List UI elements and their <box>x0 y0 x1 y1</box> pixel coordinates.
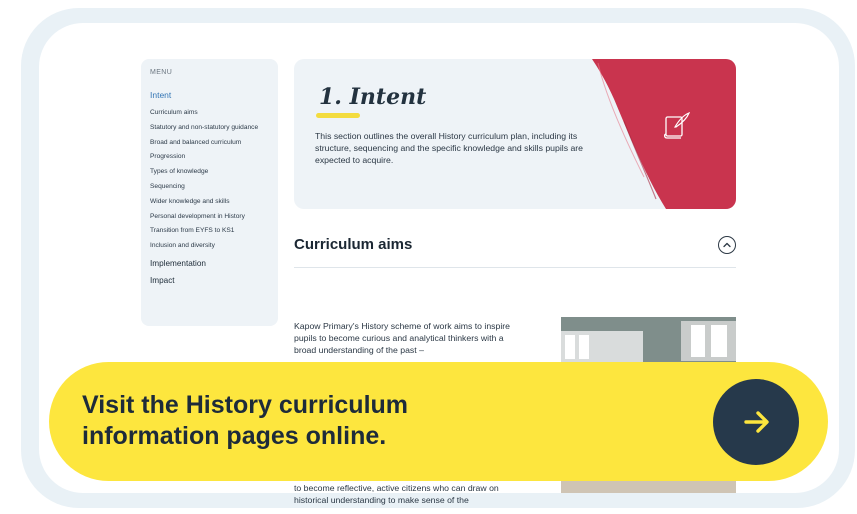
cta-arrow-button[interactable] <box>713 379 799 465</box>
collapse-toggle-button[interactable] <box>718 236 736 254</box>
sidebar-submenu: Curriculum aims Statutory and non-statut… <box>150 109 269 251</box>
title-highlight <box>316 113 360 118</box>
scroll-quill-icon <box>663 111 691 139</box>
hero-description: This section outlines the overall Histor… <box>315 131 584 166</box>
sidebar-item-sequencing[interactable]: Sequencing <box>150 183 269 192</box>
sidebar-item-impact[interactable]: Impact <box>150 276 269 285</box>
sidebar-item-progression[interactable]: Progression <box>150 153 269 162</box>
section-divider <box>294 267 736 268</box>
sidebar-item-wider-knowledge[interactable]: Wider knowledge and skills <box>150 198 269 207</box>
sidebar-item-broad-balanced[interactable]: Broad and balanced curriculum <box>150 139 269 148</box>
sidebar-menu: MENU Intent Curriculum aims Statutory an… <box>141 59 278 326</box>
sidebar-item-inclusion[interactable]: Inclusion and diversity <box>150 242 269 251</box>
sidebar-item-implementation[interactable]: Implementation <box>150 259 269 268</box>
section-title: Curriculum aims <box>294 236 413 253</box>
cta-text: Visit the History curriculum information… <box>82 391 409 450</box>
menu-label: MENU <box>150 69 173 76</box>
hero-title: 1. Intent <box>319 84 427 110</box>
chevron-up-icon <box>723 242 731 248</box>
sidebar-item-transition[interactable]: Transition from EYFS to KS1 <box>150 227 269 236</box>
curriculum-aims-paragraph-continued: to become reflective, active citizens wh… <box>294 483 499 505</box>
sidebar-item-types-of-knowledge[interactable]: Types of knowledge <box>150 168 269 177</box>
sidebar-item-personal-development[interactable]: Personal development in History <box>150 213 269 222</box>
sidebar-item-curriculum-aims[interactable]: Curriculum aims <box>150 109 269 118</box>
curriculum-aims-paragraph: Kapow Primary's History scheme of work a… <box>294 321 511 355</box>
intent-hero: 1. Intent This section outlines the over… <box>294 59 736 209</box>
sidebar-item-statutory-guidance[interactable]: Statutory and non-statutory guidance <box>150 124 269 133</box>
arrow-right-icon <box>744 411 769 433</box>
cta-banner[interactable]: Visit the History curriculum information… <box>49 362 828 481</box>
sidebar-item-intent[interactable]: Intent <box>150 90 269 100</box>
